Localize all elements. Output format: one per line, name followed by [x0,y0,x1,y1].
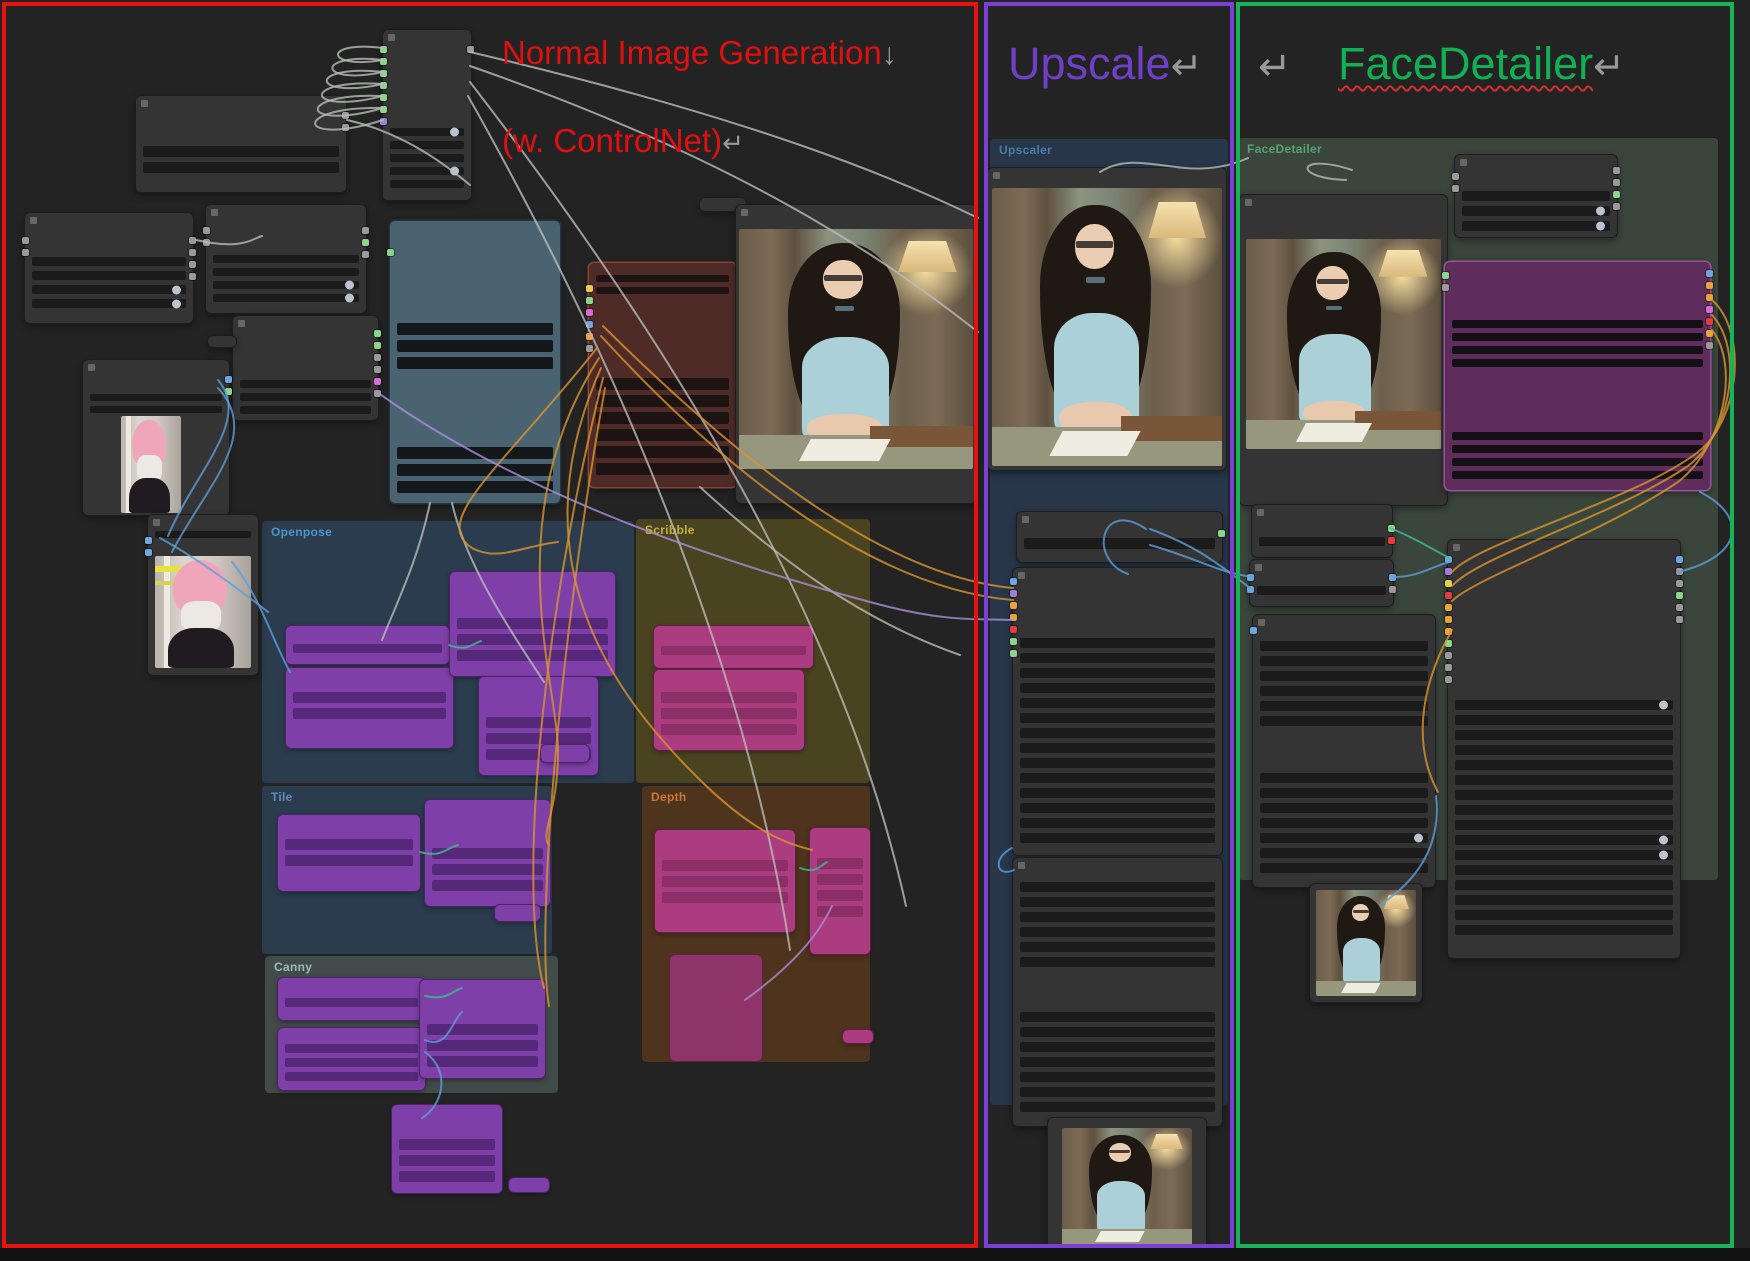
return-arrow-icon: ↵ [722,128,744,158]
return-arrow-icon: ↵ [1593,46,1625,88]
annotation-box-upscale [984,2,1234,1248]
annotation-box-normal-generation [2,2,978,1248]
comfyui-workflow-screenshot: { "annotations": { "workflow_title_line1… [0,0,1750,1261]
annotation-title-line2: (w. ControlNet)↵ [502,122,744,160]
annotation-box-facedetailer [1236,2,1734,1248]
annotation-text: FaceDetailer [1338,38,1594,89]
annotation-facedetailer-title: FaceDetailer↵ [1338,38,1625,90]
annotation-text: Upscale [1008,38,1171,89]
annotation-text: (w. ControlNet) [502,122,723,159]
annotation-title-line1: Normal Image Generation↓ [502,34,897,72]
annotation-return-arrow: ↵ [1258,44,1292,90]
annotation-text: Normal Image Generation [502,34,882,71]
down-arrow-icon: ↓ [881,38,897,71]
node-canvas[interactable]: Upscaler FaceDetailer Openpose Scribble … [0,0,1750,1261]
return-arrow-icon: ↵ [1170,46,1203,88]
annotation-upscale-title: Upscale↵ [1008,38,1202,90]
canvas-bottom-strip [0,1248,1750,1261]
return-arrow-icon: ↵ [1258,45,1292,89]
